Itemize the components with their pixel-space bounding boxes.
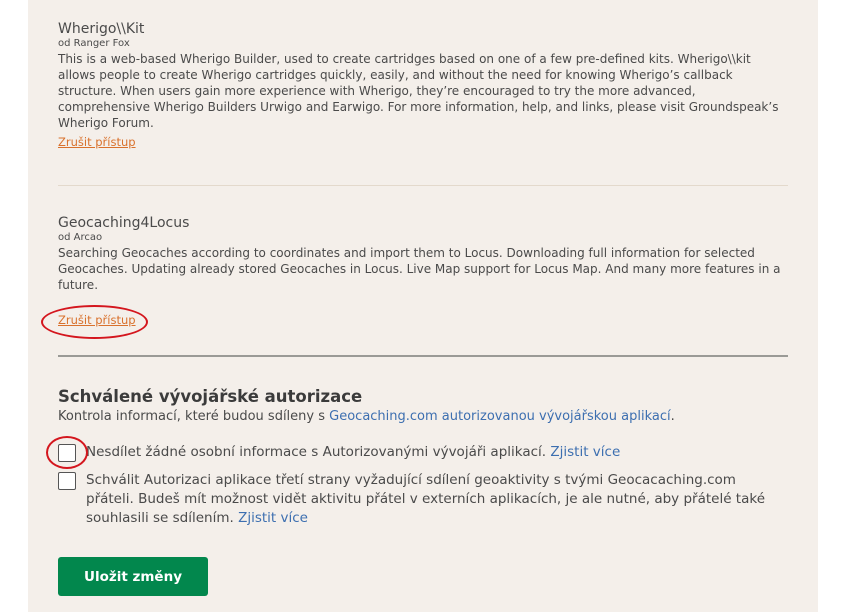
app-geocaching4locus: Geocaching4Locus od Arcao Searching Geoc… xyxy=(58,214,788,327)
share-geoactivity-checkbox[interactable] xyxy=(58,472,76,490)
no-personal-info-checkbox[interactable] xyxy=(58,444,76,462)
option-text: Schválit Autorizaci aplikace třetí stran… xyxy=(86,472,766,526)
app-description: This is a web-based Wherigo Builder, use… xyxy=(58,52,779,130)
section-title: Schválené vývojářské autorizace xyxy=(58,387,363,406)
revoke-access-link[interactable]: Zrušit přístup xyxy=(58,313,136,327)
learn-more-link[interactable]: Zjistit více xyxy=(550,444,620,460)
app-divider xyxy=(58,185,788,186)
revoke-access-link[interactable]: Zrušit přístup xyxy=(58,135,136,149)
section-description: Kontrola informací, které budou sdíleny … xyxy=(58,409,675,424)
description-prefix: Kontrola informací, které budou sdíleny … xyxy=(58,409,330,424)
app-description: Searching Geocaches according to coordin… xyxy=(58,246,781,292)
app-author: od Arcao xyxy=(58,232,103,243)
save-changes-button[interactable]: Uložit změny xyxy=(58,557,208,596)
learn-more-link[interactable]: Zjistit více xyxy=(238,510,308,526)
app-author: od Ranger Fox xyxy=(58,38,130,49)
app-name: Wherigo\\Kit xyxy=(58,21,145,37)
share-geoactivity-label: Schválit Autorizaci aplikace třetí stran… xyxy=(86,471,786,528)
authorized-developer-link[interactable]: Geocaching.com autorizovanou vývojářskou… xyxy=(329,409,670,424)
option-text: Nesdílet žádné osobní informace s Autori… xyxy=(86,444,551,460)
app-wherigo-kit: Wherigo\\Kit od Ranger Fox This is a web… xyxy=(58,20,788,149)
section-divider xyxy=(58,355,788,357)
description-suffix: . xyxy=(670,409,675,424)
app-name: Geocaching4Locus xyxy=(58,215,190,231)
no-personal-info-label: Nesdílet žádné osobní informace s Autori… xyxy=(86,443,786,462)
